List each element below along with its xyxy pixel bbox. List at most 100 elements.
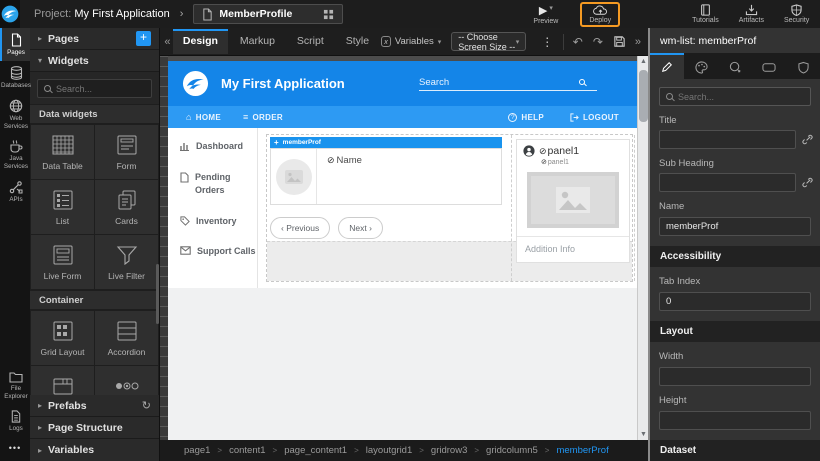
widget-tile-form[interactable]: Form xyxy=(95,125,158,179)
deploy-button[interactable]: Deploy xyxy=(580,2,620,27)
nav-logout[interactable]: LOGOUT xyxy=(570,113,619,122)
tab-events[interactable] xyxy=(718,53,752,79)
tabindex-field-input[interactable] xyxy=(659,292,811,311)
previous-page-button[interactable]: ‹ Previous xyxy=(270,217,330,239)
rail-label: APIs xyxy=(9,196,22,204)
widget-tile-live-filter[interactable]: Live Filter xyxy=(95,235,158,289)
widget-tile-accordion[interactable]: Accordion xyxy=(95,311,158,365)
rail-item-java-services[interactable]: Java Services xyxy=(0,134,30,175)
expand-right-panel-button[interactable]: » xyxy=(632,36,644,48)
app-search[interactable] xyxy=(419,77,597,91)
properties-search[interactable] xyxy=(659,87,811,106)
sidenav-support-calls[interactable]: Support Calls xyxy=(180,245,257,259)
rail-item-web-services[interactable]: Web Services xyxy=(0,94,30,135)
tab-properties[interactable] xyxy=(650,53,684,79)
variables-accordion[interactable]: ▸ Variables xyxy=(30,439,159,461)
sidenav-inventory[interactable]: Inventory xyxy=(180,215,257,229)
variables-dropdown-button[interactable]: x Variables ▾ xyxy=(381,36,441,47)
tab-design[interactable]: Design xyxy=(173,29,228,54)
widgets-accordion-label: Widgets xyxy=(48,55,151,67)
tab-style[interactable]: Style xyxy=(336,29,379,54)
memberprof-widget-handle[interactable]: + memberProf xyxy=(270,137,502,148)
collapse-left-panel-button[interactable]: « xyxy=(164,36,171,48)
widget-tile-tabs[interactable]: Tabs xyxy=(31,366,94,395)
accessibility-section-header: Accessibility xyxy=(650,246,820,267)
widget-tile-cards[interactable]: Cards xyxy=(95,180,158,234)
breadcrumb-page-content1[interactable]: page_content1 xyxy=(284,445,347,456)
breadcrumb-gridrow3[interactable]: gridrow3 xyxy=(431,445,467,456)
nav-home[interactable]: ⌂HOME xyxy=(186,112,221,122)
list-pagination: ‹ Previous Next › xyxy=(270,217,505,239)
preview-button[interactable]: ▶▾ Preview xyxy=(533,4,558,25)
list-item-template[interactable]: ⊘ Name xyxy=(270,148,502,205)
scroll-up-icon[interactable]: ▲ xyxy=(638,56,648,67)
app-search-input[interactable] xyxy=(419,77,579,88)
widget-search-input[interactable] xyxy=(56,84,141,94)
tutorials-button[interactable]: Tutorials xyxy=(692,4,719,24)
page-structure-accordion[interactable]: ▸ Page Structure xyxy=(30,417,159,439)
rail-item-file-explorer[interactable]: File Explorer xyxy=(0,366,30,405)
pages-accordion[interactable]: ▸ Pages + xyxy=(30,28,159,50)
tab-styles[interactable] xyxy=(684,53,718,79)
grid-view-icon[interactable] xyxy=(323,9,334,20)
page-tab-memberprofile[interactable]: MemberProfile xyxy=(193,4,343,24)
bind-link-icon[interactable] xyxy=(802,177,813,188)
breadcrumb-content1[interactable]: content1 xyxy=(229,445,265,456)
refresh-icon[interactable]: ↻ xyxy=(142,399,151,412)
rail-item-pages[interactable]: Pages xyxy=(0,28,30,61)
gridcolumn-panel[interactable]: ⊘ panel1 ⊘ panel1 xyxy=(511,135,635,281)
widget-search[interactable] xyxy=(37,79,152,98)
breadcrumb-page1[interactable]: page1 xyxy=(184,445,210,456)
widget-tile-data-table[interactable]: Data Table xyxy=(31,125,94,179)
nav-help[interactable]: ?HELP xyxy=(508,113,544,122)
rail-more-icon[interactable]: ••• xyxy=(0,437,30,461)
prefabs-accordion[interactable]: ▸ Prefabs ↻ xyxy=(30,395,159,417)
artifacts-button[interactable]: Artifacts xyxy=(739,4,764,24)
security-button[interactable]: Security xyxy=(784,4,809,24)
panel1-image-placeholder[interactable] xyxy=(527,172,619,228)
rail-item-databases[interactable]: Databases xyxy=(0,61,30,94)
breadcrumb-layoutgrid1[interactable]: layoutgrid1 xyxy=(366,445,412,456)
scroll-down-icon[interactable]: ▼ xyxy=(638,429,648,440)
properties-search-input[interactable] xyxy=(678,92,798,102)
undo-button[interactable]: ↶ xyxy=(569,35,587,49)
sidenav-pending-orders[interactable]: Pending Orders xyxy=(180,171,257,198)
widget-tile-list[interactable]: List xyxy=(31,180,94,234)
widget-tile-grid-layout[interactable]: Grid Layout xyxy=(31,311,94,365)
redo-button[interactable]: ↷ xyxy=(589,35,607,49)
widget-tile-live-form[interactable]: Live Form xyxy=(31,235,94,289)
tab-script[interactable]: Script xyxy=(287,29,334,54)
nav-order[interactable]: ≡ORDER xyxy=(243,112,283,122)
app-search-icon[interactable] xyxy=(579,79,585,85)
gridrow-selection[interactable]: + memberProf ⊘ xyxy=(266,134,633,282)
sidenav-dashboard[interactable]: Dashboard xyxy=(180,140,257,154)
add-page-button[interactable]: + xyxy=(136,31,151,46)
next-page-button[interactable]: Next › xyxy=(338,217,383,239)
home-icon: ⌂ xyxy=(186,112,192,122)
title-field-input[interactable] xyxy=(659,130,796,149)
breadcrumb-gridcolumn5[interactable]: gridcolumn5 xyxy=(486,445,538,456)
screen-size-select[interactable]: -- Choose Screen Size -- ▾ xyxy=(451,32,526,51)
width-field-input[interactable] xyxy=(659,367,811,386)
list-item-name[interactable]: ⊘ Name xyxy=(317,149,362,204)
left-panel-scrollbar[interactable] xyxy=(156,264,159,324)
tab-device[interactable] xyxy=(752,53,786,79)
widget-tile-wizard[interactable]: Wizard xyxy=(95,366,158,395)
subheading-field-input[interactable] xyxy=(659,173,796,192)
bind-link-icon[interactable] xyxy=(802,134,813,145)
rail-item-logs[interactable]: Logs xyxy=(0,405,30,437)
scrollbar-thumb[interactable] xyxy=(639,70,648,122)
name-field-input[interactable] xyxy=(659,217,811,236)
panel1-widget[interactable]: ⊘ panel1 ⊘ panel1 xyxy=(516,139,630,263)
more-options-button[interactable]: ⋮ xyxy=(536,35,558,49)
widgets-accordion[interactable]: ▾ Widgets xyxy=(30,50,159,72)
arrow-right-icon: ▸ xyxy=(38,446,42,455)
height-field-input[interactable] xyxy=(659,411,811,430)
wavemaker-logo-icon[interactable] xyxy=(0,0,20,28)
tab-markup[interactable]: Markup xyxy=(230,29,285,54)
save-button[interactable] xyxy=(609,35,630,48)
canvas-scrollbar[interactable]: ▲ ▼ xyxy=(637,56,648,440)
breadcrumb-memberprof[interactable]: memberProf xyxy=(556,445,608,456)
rail-item-apis[interactable]: APIs xyxy=(0,175,30,208)
tab-security[interactable] xyxy=(786,53,820,79)
